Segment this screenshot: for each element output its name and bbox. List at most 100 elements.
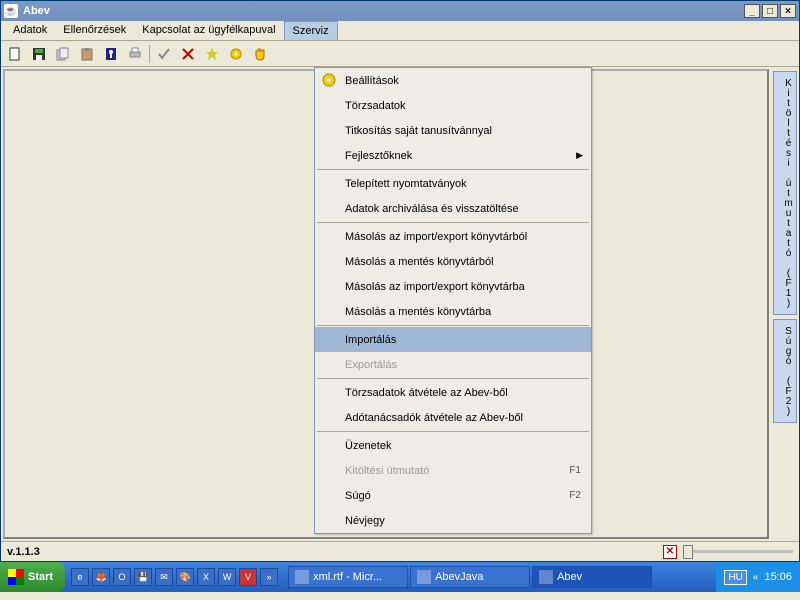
- accelerator: F1: [569, 465, 581, 476]
- menuitem-label: Üzenetek: [345, 440, 391, 452]
- menuitem--zenetek[interactable]: Üzenetek: [315, 433, 591, 458]
- task-buttons: xml.rtf - Micr... AbevJava Abev: [284, 566, 716, 588]
- tray-overflow-icon[interactable]: «: [753, 572, 759, 583]
- menu-szerviz[interactable]: Szerviz: [284, 21, 338, 40]
- toolbar: [1, 41, 799, 67]
- copy-icon[interactable]: [53, 44, 73, 64]
- task-label: xml.rtf - Micr...: [313, 571, 382, 583]
- menuitem-ad-tan-csad-k-tv-tele-az-abev-[interactable]: Adótanácsadók átvétele az Abev-ből: [315, 405, 591, 430]
- menuitem-be-ll-t-sok[interactable]: Beállítások: [315, 68, 591, 93]
- menuitem-label: Súgó: [345, 490, 371, 502]
- menuitem-label: Telepített nyomtatványok: [345, 178, 467, 190]
- menu-ellenorzesek[interactable]: Ellenőrzések: [55, 21, 134, 40]
- ql-paint-icon[interactable]: 🎨: [176, 568, 194, 586]
- task-abev[interactable]: Abev: [532, 566, 652, 588]
- menuitem-kit-lt-si-tmutat-: Kitöltési útmutatóF1: [315, 458, 591, 483]
- gear-yellow-icon[interactable]: [226, 44, 246, 64]
- task-xml-rtf-micr-[interactable]: xml.rtf - Micr...: [288, 566, 408, 588]
- hand-icon[interactable]: [250, 44, 270, 64]
- task-label: AbevJava: [435, 571, 483, 583]
- java-icon: ☕: [4, 4, 18, 18]
- minimize-button[interactable]: _: [744, 4, 760, 18]
- menuitem-t-rzsadatok-tv-tele-az-abev-b-[interactable]: Törzsadatok átvétele az Abev-ből: [315, 380, 591, 405]
- ql-disk-icon[interactable]: 💾: [134, 568, 152, 586]
- menuitem-label: Másolás a mentés könyvtárból: [345, 256, 494, 268]
- paste-icon[interactable]: [77, 44, 97, 64]
- menuitem-label: Importálás: [345, 334, 396, 346]
- ql-overflow-icon[interactable]: »: [260, 568, 278, 586]
- ql-ie-icon[interactable]: e: [71, 568, 89, 586]
- menuitem-n-vjegy[interactable]: Névjegy: [315, 508, 591, 533]
- cancel-icon[interactable]: [178, 44, 198, 64]
- quick-launch: e 🦊 O 💾 ✉ 🎨 X W V »: [65, 568, 284, 586]
- sidetab-help[interactable]: Súgó (F2): [773, 319, 797, 423]
- menuitem-label: Adatok archiválása és visszatöltése: [345, 203, 519, 215]
- separator: [317, 222, 589, 223]
- windows-flag-icon: [8, 569, 24, 585]
- task-app-icon: [295, 570, 309, 584]
- task-app-icon: [539, 570, 553, 584]
- separator: [317, 325, 589, 326]
- version-label: v.1.1.3: [7, 546, 40, 558]
- ql-excel-icon[interactable]: X: [197, 568, 215, 586]
- menuitem-m-sol-s-a-ment-s-k-nyvt-rb-l[interactable]: Másolás a mentés könyvtárból: [315, 249, 591, 274]
- star-icon[interactable]: [202, 44, 222, 64]
- menu-adatok[interactable]: Adatok: [5, 21, 55, 40]
- separator: [317, 169, 589, 170]
- accelerator: F2: [569, 490, 581, 501]
- sidetab-guide[interactable]: Kitöltési útmutató (F1): [773, 71, 797, 315]
- save-icon[interactable]: [29, 44, 49, 64]
- menuitem-label: Másolás az import/export könyvtárból: [345, 231, 527, 243]
- menuitem-m-sol-s-a-ment-s-k-nyvt-rba[interactable]: Másolás a mentés könyvtárba: [315, 299, 591, 324]
- system-tray: HU « 15:06: [716, 562, 800, 592]
- error-icon[interactable]: ✕: [663, 545, 677, 559]
- new-icon[interactable]: [5, 44, 25, 64]
- menuitem-label: Törzsadatok: [345, 100, 406, 112]
- start-button[interactable]: Start: [0, 562, 65, 592]
- menubar: Adatok Ellenőrzések Kapcsolat az ügyfélk…: [1, 21, 799, 41]
- ql-opera-icon[interactable]: O: [113, 568, 131, 586]
- menuitem-fejleszt-knek[interactable]: Fejlesztőknek: [315, 143, 591, 168]
- titlebar: ☕ Abev _ □ ×: [1, 1, 799, 21]
- zoom-slider[interactable]: [683, 550, 793, 553]
- print-icon[interactable]: [125, 44, 145, 64]
- menuitem-export-l-s: Exportálás: [315, 352, 591, 377]
- menuitem-label: Névjegy: [345, 515, 385, 527]
- menuitem-titkos-t-s-saj-t-tanus-tv-nnya[interactable]: Titkosítás saját tanusítvánnyal: [315, 118, 591, 143]
- menuitem-s-g-[interactable]: Súgó F2: [315, 483, 591, 508]
- menuitem-label: Fejlesztőknek: [345, 150, 412, 162]
- start-label: Start: [28, 571, 53, 583]
- key-icon[interactable]: [101, 44, 121, 64]
- gear-icon: [321, 72, 337, 88]
- ql-word-icon[interactable]: W: [218, 568, 236, 586]
- maximize-button[interactable]: □: [762, 4, 778, 18]
- ql-vc-icon[interactable]: V: [239, 568, 257, 586]
- menuitem-label: Beállítások: [345, 75, 399, 87]
- task-app-icon: [417, 570, 431, 584]
- menuitem-t-rzsadatok[interactable]: Törzsadatok: [315, 93, 591, 118]
- menuitem-import-l-s[interactable]: Importálás: [315, 327, 591, 352]
- menuitem-label: Törzsadatok átvétele az Abev-ből: [345, 387, 508, 399]
- menuitem-telep-tett-nyomtatv-nyok[interactable]: Telepített nyomtatványok: [315, 171, 591, 196]
- menuitem-label: Másolás a mentés könyvtárba: [345, 306, 491, 318]
- statusbar: v.1.1.3 ✕: [1, 541, 799, 561]
- menuitem-label: Adótanácsadók átvétele az Abev-ből: [345, 412, 523, 424]
- menuitem-label: Másolás az import/export könyvtárba: [345, 281, 525, 293]
- close-button[interactable]: ×: [780, 4, 796, 18]
- menuitem-adatok-archiv-l-sa-s-visszat-l[interactable]: Adatok archiválása és visszatöltése: [315, 196, 591, 221]
- check-icon[interactable]: [154, 44, 174, 64]
- window-title: Abev: [23, 5, 742, 17]
- menu-kapcsolat[interactable]: Kapcsolat az ügyfélkapuval: [134, 21, 283, 40]
- task-label: Abev: [557, 571, 582, 583]
- menuitem-label: Exportálás: [345, 359, 397, 371]
- menuitem-m-sol-s-az-import-export-k-nyv[interactable]: Másolás az import/export könyvtárból: [315, 224, 591, 249]
- szerviz-dropdown: Beállítások Törzsadatok Titkosítás saját t…: [314, 67, 592, 534]
- task-abevjava[interactable]: AbevJava: [410, 566, 530, 588]
- tray-lang[interactable]: HU: [724, 570, 746, 585]
- menuitem-m-sol-s-az-import-export-k-nyv[interactable]: Másolás az import/export könyvtárba: [315, 274, 591, 299]
- tray-clock: 15:06: [764, 571, 792, 583]
- ql-firefox-icon[interactable]: 🦊: [92, 568, 110, 586]
- ql-oe-icon[interactable]: ✉: [155, 568, 173, 586]
- menuitem-label: Titkosítás saját tanusítvánnyal: [345, 125, 492, 137]
- taskbar: Start e 🦊 O 💾 ✉ 🎨 X W V » xml.rtf - Micr…: [0, 562, 800, 592]
